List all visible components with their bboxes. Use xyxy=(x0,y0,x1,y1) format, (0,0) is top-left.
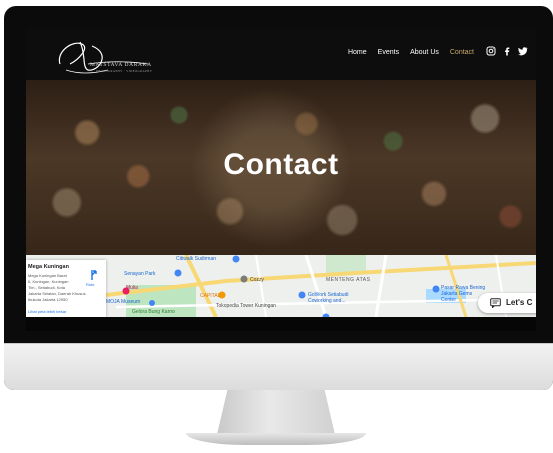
map-label-mulia: Mulia xyxy=(126,285,138,291)
larger-map-link[interactable]: Lihat peta lebih besar xyxy=(28,309,66,314)
place-address-line: Mega Kuningan Barat xyxy=(28,273,67,278)
monitor-base xyxy=(186,433,366,445)
place-address-line: II, Kuningan, Kuningan xyxy=(28,279,69,284)
map-label-gelora: Gelora Bung Karno xyxy=(132,309,175,315)
place-address-line: Jakarta Selatan, Daerah Khusus xyxy=(28,291,86,296)
facebook-icon[interactable] xyxy=(502,46,512,56)
map-label-cozzy: Cozzy xyxy=(250,277,264,283)
twitter-icon[interactable] xyxy=(518,46,528,56)
map-label-citiwalk: Citiwalk Sudirman xyxy=(176,256,217,262)
social-links xyxy=(486,46,528,56)
map-label-tokopedia: Tokopedia Tower Kuningan xyxy=(216,303,276,309)
hero-banner: Contact xyxy=(26,80,536,255)
place-address-line: Tim., Setiabudi, Kota xyxy=(28,285,65,290)
directions-label: Rute xyxy=(86,282,95,287)
chat-button[interactable]: Let's C xyxy=(478,293,536,313)
website-screen: MATSTAVA DARAKA PHOTOGRAPHY · VIDEOGRAPH… xyxy=(26,28,536,331)
place-address-line: Ibukota Jakarta 12950 xyxy=(28,297,68,302)
nav-events[interactable]: Events xyxy=(378,49,399,56)
instagram-icon[interactable] xyxy=(486,46,496,56)
screen-footer xyxy=(26,317,536,331)
map-label-senayan: Senayan Park xyxy=(124,271,156,277)
map-label-gowork: GoWork Setiabudi Coworking and... xyxy=(308,292,349,304)
map-label-capital: CAPITAL xyxy=(200,293,221,299)
monitor-chin xyxy=(4,343,553,390)
nav-contact[interactable]: Contact xyxy=(450,49,474,56)
map-label-menteng-atas: MENTENG ATAS xyxy=(326,277,371,283)
map-place-card: Mega Kuningan Mega Kuningan Barat II, Ku… xyxy=(26,260,106,317)
nav-about-us[interactable]: About Us xyxy=(410,49,439,56)
main-nav: Home Events About Us Contact xyxy=(348,49,474,56)
chat-bubble-icon xyxy=(490,298,501,308)
monitor-stand xyxy=(217,390,335,434)
site-header: MATSTAVA DARAKA PHOTOGRAPHY · VIDEOGRAPH… xyxy=(26,28,536,80)
logo-text: MATSTAVA DARAKA xyxy=(90,62,152,68)
map-label-moja-museum: MOJA Museum xyxy=(106,299,141,305)
page-title: Contact xyxy=(223,148,339,181)
monitor-frame: MATSTAVA DARAKA PHOTOGRAPHY · VIDEOGRAPH… xyxy=(4,6,553,390)
nav-home[interactable]: Home xyxy=(348,49,367,56)
chat-label: Let's C xyxy=(506,298,533,307)
logo-subtext: PHOTOGRAPHY · VIDEOGRAPHY xyxy=(96,69,153,73)
place-title: Mega Kuningan xyxy=(28,264,69,270)
embedded-map[interactable]: Citiwalk Sudirman Senayan Park Cozzy CAP… xyxy=(26,255,536,317)
